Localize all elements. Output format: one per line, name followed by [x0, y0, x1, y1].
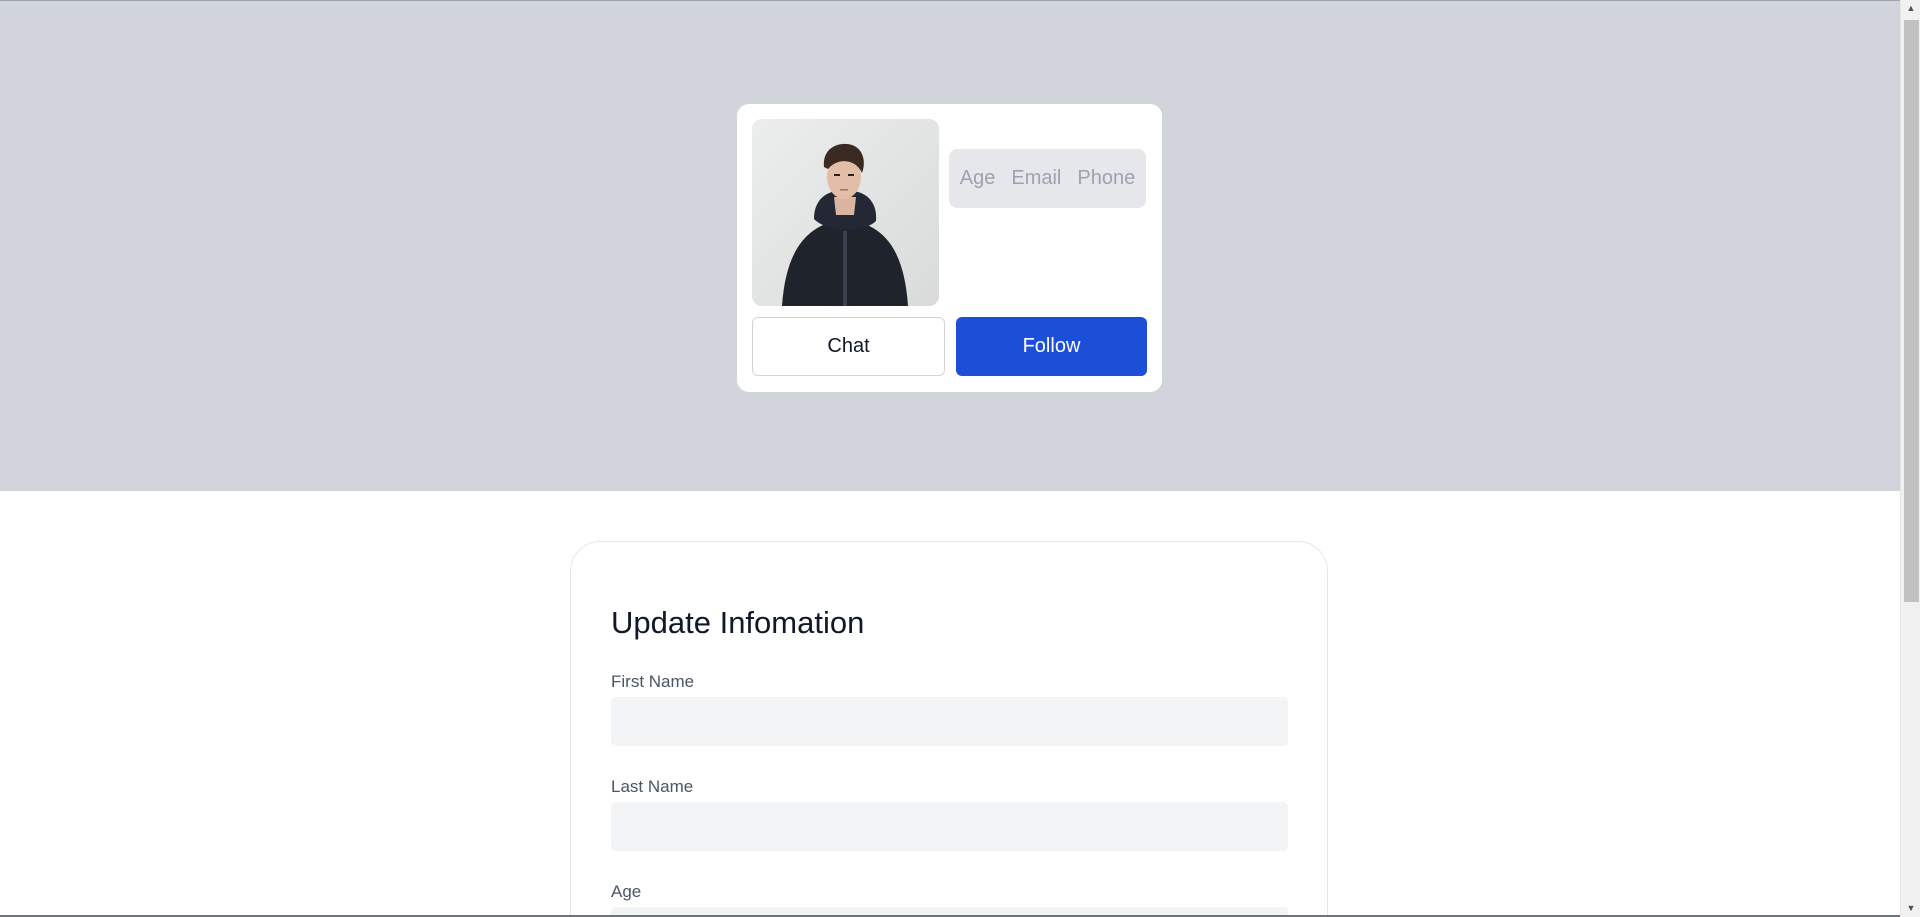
vertical-scrollbar[interactable]: ▲ ▼: [1900, 0, 1920, 917]
scroll-up-arrow-icon[interactable]: ▲: [1901, 0, 1920, 17]
page: Age Email Phone Chat Follow Update Infom…: [0, 0, 1920, 917]
last-name-field[interactable]: [611, 802, 1288, 851]
email-info: Email: [1011, 167, 1062, 189]
profile-card: Age Email Phone Chat Follow: [737, 104, 1162, 392]
scroll-down-arrow-icon[interactable]: ▼: [1901, 900, 1920, 917]
avatar: [752, 119, 939, 306]
phone-info: Phone: [1077, 167, 1136, 189]
profile-hero-banner: Age Email Phone Chat Follow: [0, 0, 1900, 491]
first-name-label: First Name: [611, 672, 695, 691]
scrollbar-thumb[interactable]: [1904, 20, 1919, 602]
age-info: Age: [959, 167, 996, 189]
age-label: Age: [611, 882, 642, 901]
last-name-label: Last Name: [611, 777, 694, 796]
profile-info-pills: Age Email Phone: [949, 149, 1146, 208]
follow-button[interactable]: Follow: [956, 317, 1147, 376]
first-name-field[interactable]: [611, 697, 1288, 746]
form-title: Update Infomation: [611, 605, 865, 640]
chat-button[interactable]: Chat: [752, 317, 945, 376]
update-information-form: Update Infomation First Name Last Name A…: [570, 541, 1328, 917]
avatar-photo: [752, 119, 939, 306]
